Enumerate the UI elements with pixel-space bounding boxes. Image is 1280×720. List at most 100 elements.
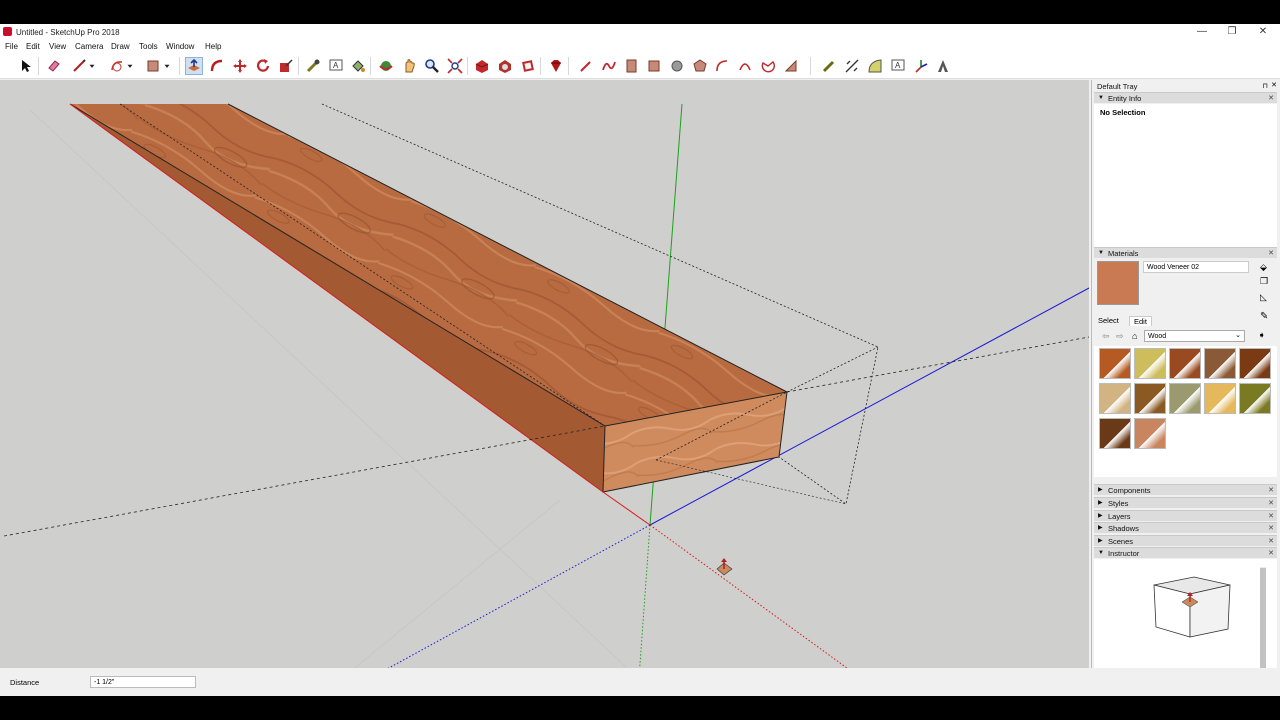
details-arrow-icon[interactable]: ➧ [1258,330,1266,341]
close-button[interactable]: ✕ [1249,25,1277,39]
layout-icon[interactable] [519,57,537,75]
panel-close-icon[interactable]: ✕ [1268,248,1274,259]
eraser-icon[interactable] [45,57,63,75]
material-swatch[interactable] [1169,383,1201,414]
tab-edit[interactable]: Edit [1129,316,1152,326]
menu-help[interactable]: Help [205,42,221,51]
3d-viewport[interactable] [0,80,1089,692]
select-icon[interactable] [17,57,35,75]
material-swatch[interactable] [1099,348,1131,379]
material-name-field[interactable]: Wood Veneer 02 [1143,261,1249,273]
components-header[interactable]: ▶ Components ✕ [1094,484,1277,495]
zoom-extents-icon[interactable] [446,57,464,75]
ruby-icon[interactable] [547,57,565,75]
material-swatch[interactable] [1239,383,1271,414]
material-swatch[interactable] [1134,418,1166,449]
tray-close-icon[interactable]: ✕ [1271,81,1277,89]
rotated-rectangle-icon[interactable] [645,57,663,75]
menu-window[interactable]: Window [166,42,194,51]
styles-header[interactable]: ▶ Styles ✕ [1094,497,1277,508]
panel-close-icon[interactable]: ✕ [1268,485,1274,496]
text-label-icon[interactable]: A [889,57,907,75]
orbit-icon[interactable] [377,57,395,75]
circle-icon[interactable] [668,57,686,75]
library-select[interactable]: Wood ⌄ [1144,330,1245,342]
measurement-value-box[interactable]: -1 1/2" [90,676,196,688]
material-swatch[interactable] [1204,348,1236,379]
layers-header[interactable]: ▶ Layers ✕ [1094,510,1277,521]
paint-bucket-icon[interactable] [349,57,367,75]
menu-edit[interactable]: Edit [26,42,40,51]
display-secondary-icon[interactable]: ❒ [1260,276,1268,287]
scale-icon[interactable] [277,57,295,75]
arc-2pt-icon[interactable] [713,57,731,75]
tape-icon[interactable] [820,57,838,75]
instructor-header[interactable]: ▼ Instructor ✕ [1094,547,1277,558]
menu-tools[interactable]: Tools [139,42,158,51]
collapsed-triangle-icon: ▶ [1098,525,1103,531]
text-icon[interactable]: A [327,57,345,75]
protractor-icon[interactable] [866,57,884,75]
push-pull-icon[interactable] [185,57,203,75]
board-top-face[interactable] [70,104,787,426]
panel-close-icon[interactable]: ✕ [1268,536,1274,547]
panel-close-icon[interactable]: ✕ [1268,511,1274,522]
panel-close-icon[interactable]: ✕ [1268,498,1274,509]
pan-icon[interactable] [400,57,418,75]
axes-icon[interactable] [912,57,930,75]
3d-text-icon[interactable] [934,57,952,75]
panel-close-icon[interactable]: ✕ [1268,93,1274,104]
pin-icon[interactable]: ⊓ [1263,82,1268,90]
entity-info-label: Entity Info [1108,94,1142,103]
rectangle-dropdown-icon[interactable] [162,57,172,75]
menu-draw[interactable]: Draw [111,42,130,51]
material-swatch[interactable] [1134,383,1166,414]
model-canvas[interactable] [0,80,1089,692]
default-material-icon[interactable]: ◺ [1260,292,1267,303]
tab-select[interactable]: Select [1098,316,1119,325]
forward-icon[interactable]: ⇨ [1116,331,1124,342]
offset-icon[interactable] [782,57,800,75]
arc-3pt-icon[interactable] [736,57,754,75]
back-icon[interactable]: ⇦ [1102,331,1110,342]
arc-icon[interactable] [108,57,126,75]
menu-camera[interactable]: Camera [75,42,103,51]
dimension-icon[interactable] [843,57,861,75]
home-icon[interactable]: ⌂ [1132,331,1137,341]
freehand-icon[interactable] [600,57,618,75]
minimize-button[interactable]: — [1188,25,1216,39]
material-swatch[interactable] [1204,383,1236,414]
restore-button[interactable]: ❐ [1218,25,1246,39]
material-swatch[interactable] [1169,348,1201,379]
follow-me-icon[interactable] [208,57,226,75]
extension-warehouse-icon[interactable] [496,57,514,75]
line-dropdown-icon[interactable] [87,57,97,75]
arc-dropdown-icon[interactable] [125,57,135,75]
scenes-header[interactable]: ▶ Scenes ✕ [1094,535,1277,546]
material-swatch[interactable] [1099,383,1131,414]
current-material-preview[interactable] [1097,261,1139,305]
line-icon[interactable] [70,57,88,75]
pencil-icon[interactable] [577,57,595,75]
entity-info-header[interactable]: ▼ Entity Info ✕ [1094,92,1277,103]
sample-paint-icon[interactable]: ✎ [1260,311,1268,322]
section-plane-icon[interactable] [623,57,641,75]
rotate-icon[interactable] [254,57,272,75]
material-swatch[interactable] [1134,348,1166,379]
panel-close-icon[interactable]: ✕ [1268,523,1274,534]
materials-header[interactable]: ▼ Materials ✕ [1094,247,1277,258]
create-material-icon[interactable]: ⬙ [1260,262,1267,273]
panel-close-icon[interactable]: ✕ [1268,548,1274,559]
zoom-icon[interactable] [423,57,441,75]
pie-icon[interactable] [759,57,777,75]
tape-measure-icon[interactable] [304,57,322,75]
material-swatch[interactable] [1099,418,1131,449]
polygon-icon[interactable] [691,57,709,75]
menu-file[interactable]: File [5,42,18,51]
shadows-header[interactable]: ▶ Shadows ✕ [1094,522,1277,533]
warehouse-icon[interactable] [473,57,491,75]
move-icon[interactable] [231,57,249,75]
menu-view[interactable]: View [49,42,66,51]
material-swatch[interactable] [1239,348,1271,379]
rectangle-icon[interactable] [144,57,162,75]
